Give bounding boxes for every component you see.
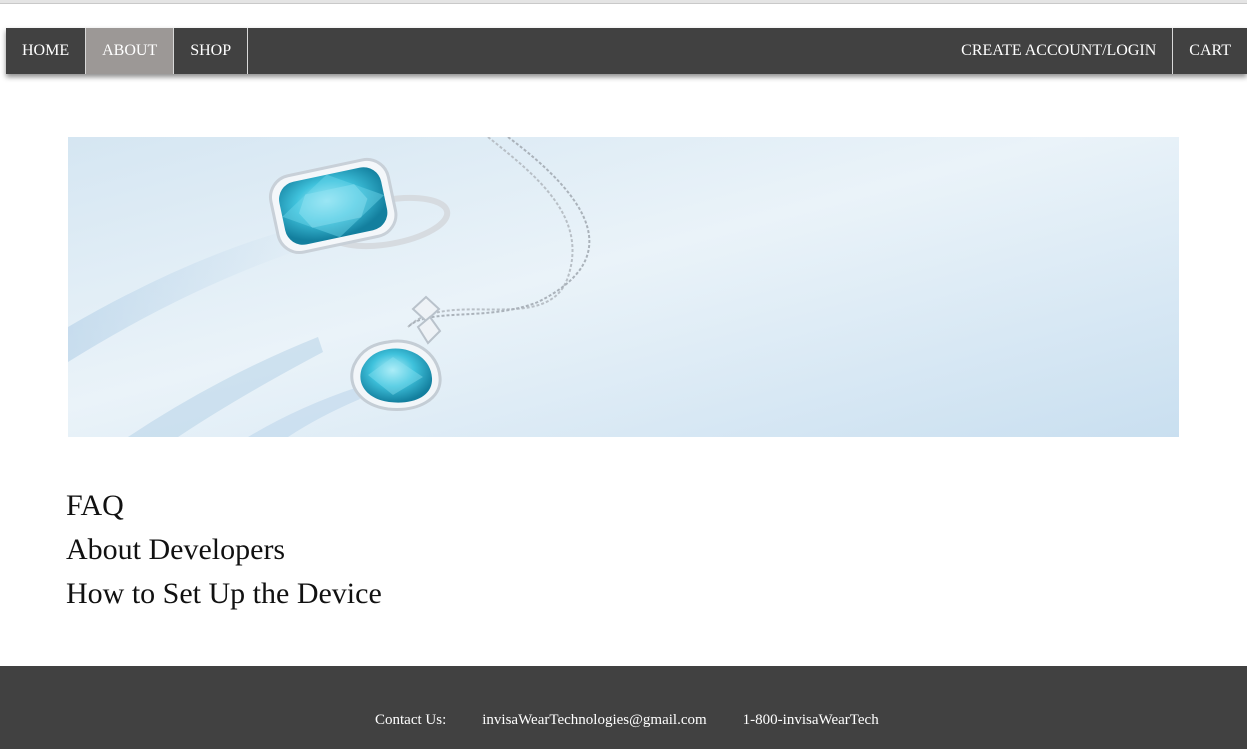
main-navbar: HOME ABOUT SHOP CREATE ACCOUNT/LOGIN CAR… [6, 28, 1247, 74]
nav-shop[interactable]: SHOP [174, 28, 249, 74]
about-developers-link[interactable]: About Developers [66, 528, 382, 572]
contact-phone[interactable]: 1-800-invisaWearTech [743, 712, 879, 729]
nav-left-group: HOME ABOUT SHOP [6, 28, 249, 74]
nav-cart[interactable]: CART [1172, 28, 1247, 74]
nav-home[interactable]: HOME [6, 28, 87, 74]
contact-label: Contact Us: [375, 712, 447, 728]
faq-link[interactable]: FAQ [66, 484, 382, 528]
footer-contact-row: Contact Us: invisaWearTechnologies@gmail… [375, 712, 879, 729]
contact-email[interactable]: invisaWearTechnologies@gmail.com [482, 712, 706, 729]
nav-about[interactable]: ABOUT [86, 28, 175, 74]
setup-device-link[interactable]: How to Set Up the Device [66, 572, 382, 616]
nav-right-group: CREATE ACCOUNT/LOGIN CART [945, 28, 1247, 74]
nav-create-account-login[interactable]: CREATE ACCOUNT/LOGIN [945, 28, 1172, 74]
footer: Contact Us: invisaWearTechnologies@gmail… [0, 666, 1247, 749]
about-links: FAQ About Developers How to Set Up the D… [66, 484, 382, 616]
hero-banner-image [68, 137, 1179, 437]
browser-top-edge [0, 0, 1247, 4]
